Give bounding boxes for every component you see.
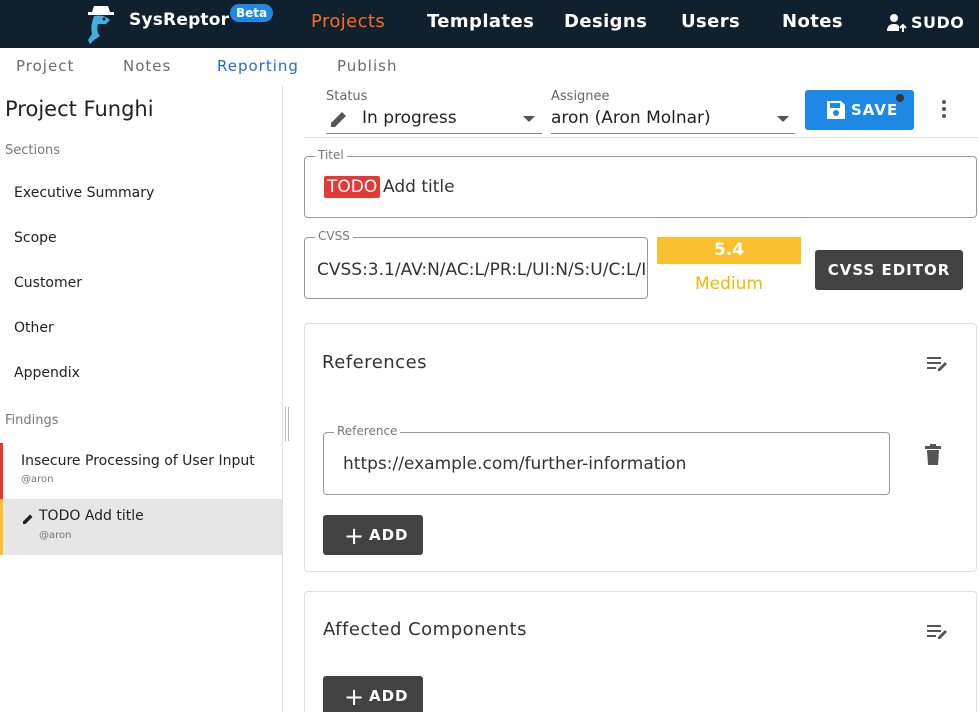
sidebar-resize-handle[interactable] xyxy=(285,407,289,441)
user-arrow-icon[interactable] xyxy=(886,12,908,34)
findings-header: Findings xyxy=(5,413,59,428)
finding-item-selected[interactable]: TODO Add title @aron xyxy=(0,499,282,555)
user-menu-label[interactable]: SUDO xyxy=(911,13,964,32)
chevron-down-icon[interactable] xyxy=(523,116,535,122)
brand-name[interactable]: SysReptor xyxy=(129,10,229,30)
edit-list-icon[interactable] xyxy=(925,620,951,642)
trash-icon[interactable] xyxy=(924,444,942,466)
project-title: Project Funghi xyxy=(5,97,154,121)
plus-icon: + xyxy=(344,522,366,550)
nav-templates[interactable]: Templates xyxy=(427,11,534,32)
sidebar-item-appendix[interactable]: Appendix xyxy=(14,365,80,381)
assignee-label: Assignee xyxy=(551,89,610,104)
cvss-vector-input[interactable]: CVSS:3.1/AV:N/AC:L/PR:L/UI:N/S:U/C:L/I:L… xyxy=(317,260,645,280)
nav-designs[interactable]: Designs xyxy=(564,11,647,32)
affected-components-title: Affected Components xyxy=(323,619,527,640)
reference-input[interactable]: https://example.com/further-information xyxy=(343,454,686,474)
status-underline xyxy=(326,133,542,134)
more-menu-icon[interactable] xyxy=(942,100,948,120)
save-button[interactable]: SAVE xyxy=(805,90,914,130)
sidebar-item-other[interactable]: Other xyxy=(14,320,54,336)
sidebar-item-scope[interactable]: Scope xyxy=(14,230,57,246)
cvss-field-label: CVSS xyxy=(315,229,353,243)
finding-assignee: @aron xyxy=(39,530,72,541)
nav-users[interactable]: Users xyxy=(681,11,740,32)
nav-notes[interactable]: Notes xyxy=(782,11,843,32)
floppy-disk-icon xyxy=(827,101,845,119)
pencil-icon xyxy=(331,112,346,127)
header-divider xyxy=(304,137,979,138)
cvss-score-badge: 5.4 xyxy=(657,237,801,264)
sidebar-item-executive-summary[interactable]: Executive Summary xyxy=(14,185,154,201)
cvss-field[interactable]: CVSS CVSS:3.1/AV:N/AC:L/PR:L/UI:N/S:U/C:… xyxy=(304,229,648,299)
subnav-publish[interactable]: Publish xyxy=(337,57,397,75)
reptor-logo-icon[interactable] xyxy=(80,2,122,46)
plus-icon: + xyxy=(344,683,366,711)
title-field[interactable]: Titel TODO Add title xyxy=(304,148,977,218)
chevron-down-icon[interactable] xyxy=(777,116,789,122)
assignee-select[interactable]: aron (Aron Molnar) xyxy=(551,108,711,128)
add-label: ADD xyxy=(369,526,409,544)
edit-pencil-icon xyxy=(23,514,33,524)
title-input[interactable]: Add title xyxy=(383,177,455,197)
todo-badge: TODO xyxy=(324,176,381,198)
subnav-reporting[interactable]: Reporting xyxy=(217,57,299,75)
finding-assignee: @aron xyxy=(21,474,54,485)
cvss-severity: Medium xyxy=(695,274,763,294)
references-title: References xyxy=(322,352,428,373)
save-label: SAVE xyxy=(851,101,899,119)
finding-title: Insecure Processing of User Input xyxy=(21,453,255,469)
sidebar-item-customer[interactable]: Customer xyxy=(14,275,82,291)
sections-header: Sections xyxy=(5,143,61,158)
cvss-editor-button[interactable]: CVSS EDITOR xyxy=(815,250,963,290)
affected-components-card: Affected Components + ADD xyxy=(304,591,977,712)
status-label: Status xyxy=(326,89,368,104)
nav-projects[interactable]: Projects xyxy=(311,11,385,32)
references-card: References Reference https://example.com… xyxy=(304,323,977,572)
add-label: ADD xyxy=(369,687,409,705)
subnav-project[interactable]: Project xyxy=(16,57,74,75)
sidebar: Project Funghi Sections Executive Summar… xyxy=(0,86,283,712)
title-field-label: Titel xyxy=(315,148,347,162)
subnav-notes[interactable]: Notes xyxy=(123,57,171,75)
add-reference-button[interactable]: + ADD xyxy=(323,515,423,555)
top-navbar: SysReptor Beta Projects Templates Design… xyxy=(0,0,979,48)
unsaved-indicator xyxy=(896,94,904,102)
status-select[interactable]: In progress xyxy=(362,108,457,128)
edit-list-icon[interactable] xyxy=(925,352,951,374)
finding-item[interactable]: Insecure Processing of User Input @aron xyxy=(0,443,282,499)
finding-title: TODO Add title xyxy=(39,508,144,524)
reference-field-label: Reference xyxy=(334,424,401,438)
reference-field[interactable]: Reference https://example.com/further-in… xyxy=(323,424,890,495)
assignee-underline xyxy=(551,133,795,134)
add-component-button[interactable]: + ADD xyxy=(323,676,423,712)
beta-badge: Beta xyxy=(230,4,274,22)
